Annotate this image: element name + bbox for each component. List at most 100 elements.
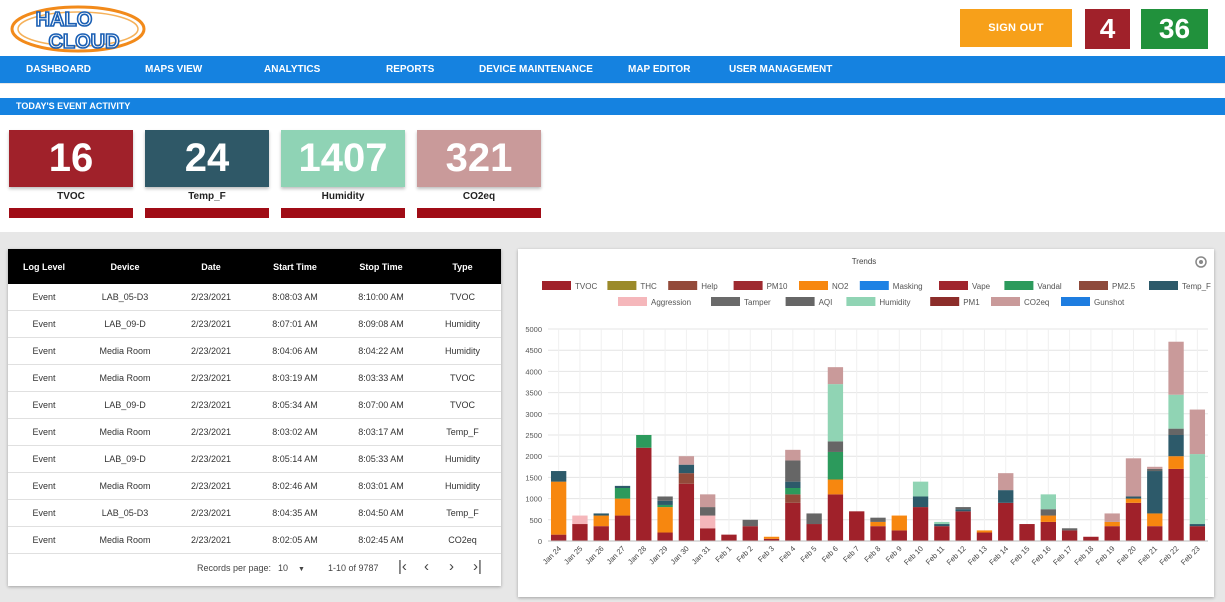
bar-segment-feb-17-tvoc[interactable] — [1061, 530, 1078, 541]
bar-segment-feb-12-aqi[interactable] — [955, 507, 971, 510]
bar-segment-feb-18-tvoc[interactable] — [1083, 536, 1099, 541]
halo-cloud-logo[interactable]: HALO CLOUD — [8, 4, 146, 54]
legend-label[interactable]: Masking — [893, 282, 923, 291]
legend-swatch-15[interactable] — [991, 297, 1020, 306]
col-start-time[interactable]: Start Time — [252, 249, 338, 284]
bar-segment-feb-21-tvoc[interactable] — [1147, 526, 1163, 541]
col-date[interactable]: Date — [170, 249, 252, 284]
bar-segment-jan-24-no2[interactable] — [550, 481, 567, 535]
legend-label[interactable]: Aggression — [651, 298, 691, 307]
nav-map-editor[interactable]: MAP EDITOR — [628, 56, 690, 83]
bar-segment-jan-28-vandal[interactable] — [636, 435, 652, 448]
bar-segment-feb-22-tvoc[interactable] — [1168, 468, 1184, 541]
temp-f-card[interactable]: 24 — [145, 130, 269, 187]
bar-segment-feb-19-tvoc[interactable] — [1104, 526, 1120, 541]
nav-device-maintenance[interactable]: DEVICE MAINTENANCE — [479, 56, 593, 83]
first-page-icon[interactable]: |‹ — [398, 558, 407, 575]
legend-label[interactable]: TVOC — [575, 282, 597, 291]
bar-segment-feb-8-aqi[interactable] — [870, 517, 886, 522]
bar-segment-jan-29-aqi[interactable] — [657, 496, 673, 501]
bar-segment-feb-11-tempf[interactable] — [934, 524, 950, 527]
col-device[interactable]: Device — [80, 249, 170, 284]
bar-segment-feb-21-no2[interactable] — [1147, 513, 1163, 527]
bar-segment-feb-14-tvoc[interactable] — [998, 502, 1014, 541]
legend-swatch-11[interactable] — [711, 297, 740, 306]
table-row[interactable]: Event LAB_05-D3 2/23/2021 8:04:35 AM 8:04:50… — [8, 499, 501, 527]
legend-label[interactable]: Tamper — [744, 298, 771, 307]
bar-segment-feb-19-no2[interactable] — [1104, 521, 1120, 527]
legend-label[interactable]: THC — [640, 282, 657, 291]
legend-swatch-5[interactable] — [859, 281, 889, 290]
legend-swatch-10[interactable] — [618, 297, 647, 306]
bar-segment-feb-5-aqi[interactable] — [806, 513, 822, 525]
bar-segment-feb-16-tvoc[interactable] — [1040, 521, 1056, 541]
bar-segment-feb-12-tempf[interactable] — [955, 509, 971, 512]
bar-segment-jan-29-no2[interactable] — [657, 507, 673, 533]
legend-swatch-8[interactable] — [1079, 281, 1108, 290]
bar-segment-feb-15-tvoc[interactable] — [1019, 524, 1035, 541]
bar-segment-feb-22-aqi[interactable] — [1168, 428, 1184, 435]
legend-swatch-2[interactable] — [668, 281, 698, 290]
bar-segment-feb-10-tempf[interactable] — [912, 496, 929, 508]
sign-out-button[interactable]: SIGN OUT — [960, 9, 1072, 47]
legend-label[interactable]: Vandal — [1037, 282, 1062, 291]
nav-analytics[interactable]: ANALYTICS — [264, 56, 320, 83]
bar-segment-jan-31-co2eq[interactable] — [700, 494, 716, 508]
previous-page-icon[interactable]: ‹ — [424, 558, 429, 575]
bar-segment-feb-7-tvoc[interactable] — [849, 511, 865, 541]
bar-segment-jan-26-tempf[interactable] — [593, 513, 609, 516]
bar-segment-feb-8-no2[interactable] — [870, 521, 886, 527]
bar-segment-feb-6-co2eq[interactable] — [827, 367, 844, 385]
bar-segment-feb-6-humidity[interactable] — [827, 384, 844, 442]
bar-segment-jan-27-vandal[interactable] — [614, 488, 631, 499]
bar-segment-feb-4-help[interactable] — [785, 494, 801, 503]
device-count-badge[interactable]: 36 — [1141, 9, 1208, 49]
legend-swatch-14[interactable] — [930, 297, 960, 306]
legend-label[interactable]: PM1 — [963, 298, 980, 307]
bar-segment-feb-20-tvoc[interactable] — [1125, 502, 1142, 541]
bar-segment-feb-23-co2eq[interactable] — [1189, 409, 1206, 455]
legend-swatch-16[interactable] — [1061, 297, 1090, 306]
humidity-card[interactable]: 1407 — [281, 130, 405, 187]
bar-segment-jan-31-aggression[interactable] — [700, 515, 716, 529]
bar-segment-feb-11-humidity[interactable] — [934, 521, 950, 525]
bar-segment-jan-26-no2[interactable] — [593, 515, 609, 527]
bar-segment-feb-8-tvoc[interactable] — [870, 526, 886, 541]
records-per-page-select[interactable]: 10 ▼ — [278, 563, 305, 573]
table-row[interactable]: Event Media Room 2/23/2021 8:03:02 AM 8:03:1… — [8, 418, 501, 446]
bar-segment-jan-29-tvoc[interactable] — [657, 532, 673, 541]
table-row[interactable]: Event LAB_09-D 2/23/2021 8:07:01 AM 8:09:08 … — [8, 310, 501, 338]
legend-label[interactable]: Gunshot — [1094, 298, 1125, 307]
bar-segment-feb-23-humidity[interactable] — [1189, 454, 1206, 525]
bar-segment-jan-30-help[interactable] — [678, 473, 695, 484]
legend-swatch-0[interactable] — [542, 281, 571, 290]
bar-segment-feb-21-aqi[interactable] — [1147, 468, 1163, 472]
tvoc-card[interactable]: 16 — [9, 130, 133, 187]
bar-segment-feb-2-aqi[interactable] — [742, 519, 758, 527]
bar-segment-feb-4-aqi[interactable] — [785, 460, 801, 482]
bar-segment-feb-6-vandal[interactable] — [827, 451, 844, 480]
legend-swatch-1[interactable] — [607, 281, 637, 290]
bar-segment-jan-24-tvoc[interactable] — [550, 534, 567, 541]
bar-segment-feb-22-humidity[interactable] — [1168, 394, 1184, 429]
bar-segment-feb-5-tvoc[interactable] — [806, 524, 822, 541]
legend-label[interactable]: Humidity — [879, 298, 910, 307]
bar-segment-feb-17-aqi[interactable] — [1061, 528, 1078, 531]
legend-label[interactable]: NO2 — [832, 282, 849, 291]
col-log-level[interactable]: Log Level — [8, 249, 80, 284]
bar-segment-jan-30-tvoc[interactable] — [678, 483, 695, 541]
bar-segment-jan-27-no2[interactable] — [614, 498, 631, 516]
bar-segment-feb-20-co2eq[interactable] — [1125, 458, 1142, 497]
legend-swatch-12[interactable] — [785, 297, 815, 306]
bar-segment-feb-22-tempf[interactable] — [1168, 435, 1184, 457]
legend-swatch-3[interactable] — [733, 281, 763, 290]
legend-swatch-4[interactable] — [799, 281, 828, 290]
bar-segment-jan-29-vandal[interactable] — [657, 504, 673, 508]
bar-segment-feb-9-tvoc[interactable] — [891, 530, 907, 541]
bar-segment-feb-3-no2[interactable] — [763, 536, 780, 539]
table-row[interactable]: Event LAB_09-D 2/23/2021 8:05:14 AM 8:05:33 … — [8, 445, 501, 473]
bar-segment-jan-26-tvoc[interactable] — [593, 526, 609, 541]
bar-segment-jan-25-aggression[interactable] — [572, 515, 588, 525]
bar-segment-feb-10-humidity[interactable] — [912, 481, 929, 497]
bar-segment-jan-25-tvoc[interactable] — [572, 524, 588, 541]
